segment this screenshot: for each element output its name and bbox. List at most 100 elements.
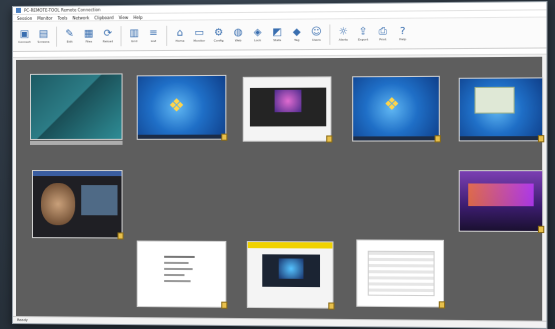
- thumbnail-item[interactable]: [31, 170, 124, 240]
- thumbnail-item[interactable]: [246, 241, 335, 310]
- tag-button[interactable]: ◆ Tag: [288, 22, 306, 47]
- users-button[interactable]: ☺ Users: [308, 22, 326, 47]
- pin-icon[interactable]: [537, 225, 545, 234]
- home-button[interactable]: ⌂ Home: [171, 23, 188, 47]
- menu-help[interactable]: Help: [133, 14, 142, 19]
- thumbnail-item[interactable]: [136, 240, 228, 309]
- web-button[interactable]: ◍ Web: [229, 23, 246, 47]
- thumbnail-item[interactable]: [458, 77, 545, 143]
- grid-icon: ▥: [129, 27, 139, 40]
- refresh-icon: ⟳: [103, 28, 113, 40]
- pin-icon[interactable]: [221, 301, 228, 309]
- alerts-label: Alerts: [338, 37, 348, 42]
- app-window: PC-REMOTE-TOOL Remote Connection Session…: [12, 1, 548, 329]
- bell-icon: ☼: [338, 26, 348, 38]
- app-window-preview: [474, 86, 515, 114]
- connect-button[interactable]: ▣ Connect: [16, 24, 33, 48]
- text-line: [164, 273, 185, 277]
- photo-preview: [81, 185, 118, 216]
- lock-button[interactable]: ◈ Lock: [249, 22, 266, 46]
- toolbar: ▣ Connect ▤ Screens ✎ Edit ▦ Files ⟳ Reload ▥…: [12, 17, 547, 52]
- pin-icon[interactable]: [438, 301, 446, 309]
- thumbnail-caption: [29, 140, 123, 145]
- export-icon: ⇪: [358, 26, 368, 38]
- photo-preview: [41, 183, 76, 226]
- screenshot-preview: [31, 170, 123, 239]
- text-line: [164, 255, 195, 258]
- monitor-icon: ▭: [194, 27, 205, 39]
- web-label: Web: [234, 38, 242, 43]
- taskbar: [459, 136, 543, 141]
- screenshot-preview: [458, 77, 544, 142]
- alerts-button[interactable]: ☼ Alerts: [335, 22, 353, 47]
- screenshot-preview: [246, 241, 334, 309]
- thumbnail-item[interactable]: [458, 170, 545, 234]
- menu-network[interactable]: Network: [72, 15, 89, 20]
- tag-icon: ◆: [292, 26, 301, 38]
- taskbar: [353, 136, 439, 141]
- toolbar-separator: [166, 25, 168, 46]
- toolbar-separator: [329, 23, 331, 45]
- menu-session[interactable]: Session: [17, 15, 32, 20]
- webpage-graphic: [274, 89, 302, 113]
- pin-icon[interactable]: [537, 135, 545, 143]
- export-button[interactable]: ⇪ Export: [354, 22, 372, 47]
- pin-icon[interactable]: [117, 232, 124, 240]
- screenshot-preview: ❖: [352, 75, 440, 142]
- print-button[interactable]: ⎙ Print: [374, 21, 392, 46]
- taskbar: [137, 134, 226, 139]
- export-label: Export: [357, 37, 369, 42]
- screens-label: Screens: [37, 39, 50, 44]
- thumbnail-item[interactable]: [242, 76, 333, 143]
- lock-label: Lock: [254, 38, 262, 43]
- print-icon: ⎙: [378, 26, 388, 38]
- stats-button[interactable]: ◩ Stats: [268, 22, 286, 47]
- pen-icon: ✎: [65, 28, 74, 40]
- files-button[interactable]: ▦ Files: [80, 24, 97, 48]
- pin-icon[interactable]: [328, 302, 335, 310]
- spreadsheet-preview: [367, 250, 435, 297]
- reload-button[interactable]: ⟳ Reload: [99, 24, 116, 48]
- screens-button[interactable]: ▤ Screens: [35, 24, 52, 48]
- screenshot-preview: [136, 240, 227, 308]
- chart-icon: ◩: [272, 26, 283, 39]
- pin-icon[interactable]: [326, 135, 333, 143]
- grid-view-button[interactable]: ▥ Grid: [126, 23, 143, 47]
- help-label: Help: [399, 37, 407, 42]
- thumbnail-item[interactable]: [356, 239, 446, 309]
- screenshot-preview: [29, 73, 123, 140]
- files-label: Files: [85, 39, 93, 44]
- screens-icon: ▤: [38, 28, 49, 40]
- list-icon: ≡: [149, 27, 158, 40]
- help-button[interactable]: ? Help: [394, 21, 412, 46]
- windows-logo-icon: ❖: [383, 94, 400, 116]
- edit-button[interactable]: ✎ Edit: [61, 24, 78, 48]
- monitor-button[interactable]: ▭ Monitor: [191, 23, 208, 47]
- thumbnail-item[interactable]: [29, 73, 123, 145]
- thumbnail-item[interactable]: ❖: [136, 74, 228, 141]
- text-line: [164, 267, 193, 271]
- toolbar-separator: [56, 26, 58, 47]
- connect-label: Connect: [18, 39, 31, 44]
- list-view-button[interactable]: ≡ List: [145, 23, 162, 47]
- config-button[interactable]: ⚙ Config: [210, 23, 227, 47]
- app-icon: [15, 7, 21, 13]
- settings-icon: ⚙: [214, 27, 224, 39]
- menu-view[interactable]: View: [119, 14, 129, 19]
- menu-clipboard[interactable]: Clipboard: [94, 15, 113, 20]
- menu-monitor[interactable]: Monitor: [37, 15, 52, 20]
- windows-logo-icon: ❖: [168, 94, 185, 117]
- print-label: Print: [379, 37, 387, 42]
- list-label: List: [150, 38, 157, 44]
- pin-icon[interactable]: [221, 133, 228, 141]
- thumbnail-item[interactable]: ❖: [352, 75, 441, 143]
- menu-tools[interactable]: Tools: [58, 15, 68, 20]
- banner-graphic: [468, 183, 534, 207]
- connect-icon: ▣: [19, 28, 30, 40]
- users-label: Users: [312, 37, 321, 42]
- stats-label: Stats: [273, 38, 282, 43]
- window-title: PC-REMOTE-TOOL Remote Connection: [23, 7, 101, 13]
- thumbnail-canvas[interactable]: ❖ ❖: [15, 56, 545, 323]
- pin-icon[interactable]: [434, 135, 441, 143]
- screenshot-preview: ❖: [136, 74, 227, 140]
